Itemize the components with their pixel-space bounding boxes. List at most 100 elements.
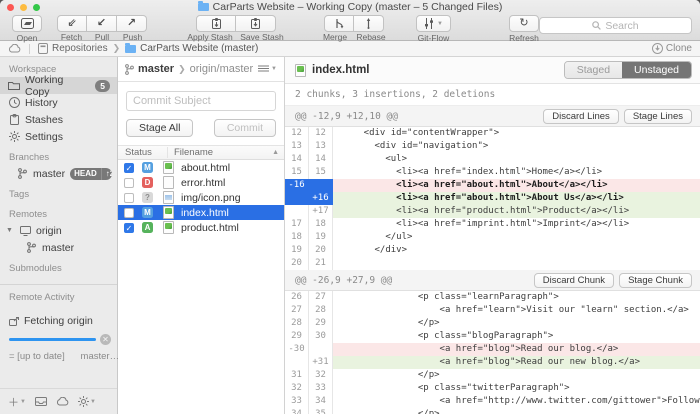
breadcrumb-repositories[interactable]: Repositories: [38, 43, 108, 54]
diff-line[interactable]: 1819 </ul>: [285, 231, 700, 244]
file-row[interactable]: ✓Mabout.html: [118, 160, 284, 175]
close-window-button[interactable]: [7, 4, 14, 11]
merge-icon: [335, 18, 344, 29]
file-row[interactable]: ✓Aproduct.html: [118, 220, 284, 235]
cloud-icon[interactable]: [8, 44, 21, 53]
push-button[interactable]: ↗: [117, 15, 147, 32]
new-line-number: 21: [309, 257, 333, 270]
stage-all-button[interactable]: Stage All: [126, 119, 193, 137]
file-row[interactable]: Mindex.html: [118, 205, 284, 220]
titlebar: CarParts Website – Working Copy (master …: [0, 0, 700, 14]
upstream-branch[interactable]: origin/master: [190, 63, 254, 75]
add-repository-button[interactable]: ＋▼: [8, 394, 26, 410]
settings-menu-button[interactable]: ▼: [78, 396, 96, 407]
open-icon: [21, 18, 34, 29]
diff-line[interactable]: 2728 <a href="learn">Visit our "learn" s…: [285, 304, 700, 317]
sidebar-item-remote-master[interactable]: master: [0, 239, 117, 256]
html-file-icon: [163, 206, 174, 219]
inbox-icon[interactable]: [35, 397, 47, 406]
stash-group: Apply Stash Save Stash: [184, 15, 288, 42]
zoom-window-button[interactable]: [33, 4, 40, 11]
commit-subject-input[interactable]: [126, 91, 276, 111]
discard-chunk-button[interactable]: Discard Lines: [543, 109, 619, 124]
current-branch[interactable]: master: [138, 63, 174, 75]
new-line-number: 15: [309, 166, 333, 179]
clone-button[interactable]: Clone: [652, 43, 692, 54]
diff-line[interactable]: 2930 <p class="blogParagraph">: [285, 330, 700, 343]
merge-button[interactable]: [324, 15, 354, 32]
diff-line[interactable]: 3132 </p>: [285, 369, 700, 382]
save-stash-button[interactable]: [236, 15, 276, 32]
diff-line[interactable]: 1515 <li><a href="index.html">Home</a></…: [285, 166, 700, 179]
staged-segment[interactable]: Staged: [565, 62, 622, 78]
breadcrumb-repo[interactable]: CarParts Website (master): [125, 43, 258, 54]
apply-stash-button[interactable]: [196, 15, 236, 32]
activity-icon: [9, 317, 19, 326]
column-filename[interactable]: Filename: [168, 147, 284, 158]
pull-icon: ↙: [97, 18, 106, 29]
diff-line[interactable]: 1313 <div id="navigation">: [285, 140, 700, 153]
rebase-icon: [366, 18, 371, 29]
diff-line[interactable]: -16 <li><a href="about.html">About</a></…: [285, 179, 700, 192]
file-row[interactable]: Derror.html: [118, 175, 284, 190]
new-line-number: +16: [309, 192, 333, 205]
diff-line[interactable]: 3233 <p class="twitterParagraph">: [285, 382, 700, 395]
diff-line[interactable]: 1718 <li><a href="imprint.html">Imprint<…: [285, 218, 700, 231]
diff-line[interactable]: +17 <li><a href="product.html">Product</…: [285, 205, 700, 218]
diff-line[interactable]: -30 <a href="blog">Read our blog.</a>: [285, 343, 700, 356]
commit-button[interactable]: Commit: [214, 119, 276, 137]
disclosure-triangle-icon[interactable]: ▼: [6, 227, 14, 234]
stage-checkbox[interactable]: ✓: [124, 163, 134, 173]
diff-line[interactable]: 3435 </p>: [285, 408, 700, 414]
pull-button[interactable]: ↙: [87, 15, 117, 32]
file-name: img/icon.png: [181, 192, 241, 204]
chunk-buttons: Discard Lines Stage Lines: [543, 109, 692, 124]
old-line-number: 13: [285, 140, 309, 153]
column-status[interactable]: Status: [118, 147, 168, 158]
diff-line[interactable]: 1414 <ul>: [285, 153, 700, 166]
open-button[interactable]: Open: [12, 15, 42, 43]
unstaged-segment[interactable]: Unstaged: [622, 62, 691, 78]
gitflow-button[interactable]: ▼: [416, 15, 451, 32]
sidebar-item-remote-origin[interactable]: ▼ origin: [0, 222, 117, 239]
view-options-button[interactable]: ▼: [258, 65, 277, 73]
cancel-fetch-button[interactable]: ✕: [100, 334, 111, 345]
rebase-button[interactable]: [354, 15, 384, 32]
folder-icon: [8, 81, 20, 90]
diff-line[interactable]: +16 <li><a href="about.html">About Us</a…: [285, 192, 700, 205]
code-text: </div>: [333, 244, 700, 257]
html-file-icon: [295, 64, 306, 77]
stage-checkbox[interactable]: [124, 208, 134, 218]
discard-chunk-button[interactable]: Discard Chunk: [534, 273, 614, 288]
diff-line[interactable]: 2829 </p>: [285, 317, 700, 330]
sidebar-item-branch-master[interactable]: master HEAD ↑2: [0, 165, 117, 182]
html-file-icon: [163, 221, 174, 234]
file-row[interactable]: ?img/icon.png: [118, 190, 284, 205]
minimize-window-button[interactable]: [20, 4, 27, 11]
diff-line[interactable]: 1920 </div>: [285, 244, 700, 257]
old-line-number: 28: [285, 317, 309, 330]
diff-line[interactable]: +31 <a href="blog">Read our new blog.</a…: [285, 356, 700, 369]
stage-chunk-button[interactable]: Stage Lines: [624, 109, 692, 124]
gitflow-icon: [424, 18, 434, 29]
new-line-number: 34: [309, 395, 333, 408]
stage-chunk-button[interactable]: Stage Chunk: [619, 273, 692, 288]
code-text: <ul>: [333, 153, 700, 166]
diff-line[interactable]: 2021: [285, 257, 700, 270]
cloud-services-button[interactable]: [56, 397, 69, 406]
refresh-button[interactable]: ↻: [509, 15, 539, 32]
diff-line[interactable]: 1212 <div id="contentWrapper">: [285, 127, 700, 140]
sidebar-item-settings[interactable]: Settings: [0, 128, 117, 145]
fetch-button[interactable]: ⇙: [57, 15, 87, 32]
sidebar-item-stashes[interactable]: Stashes: [0, 111, 117, 128]
diff-line[interactable]: 3334 <a href="http://www.twitter.com/git…: [285, 395, 700, 408]
diff-line[interactable]: 2627 <p class="learnParagraph">: [285, 291, 700, 304]
stage-checkbox[interactable]: ✓: [124, 223, 134, 233]
sidebar-item-working-copy[interactable]: Working Copy 5: [0, 77, 117, 94]
stage-checkbox[interactable]: [124, 193, 134, 203]
search-input[interactable]: Search: [539, 17, 692, 34]
stage-checkbox[interactable]: [124, 178, 134, 188]
folder-icon: [198, 3, 209, 11]
fetch-icon: ⇙: [67, 18, 76, 29]
chunk-range: @@ -12,9 +12,10 @@: [295, 111, 398, 122]
